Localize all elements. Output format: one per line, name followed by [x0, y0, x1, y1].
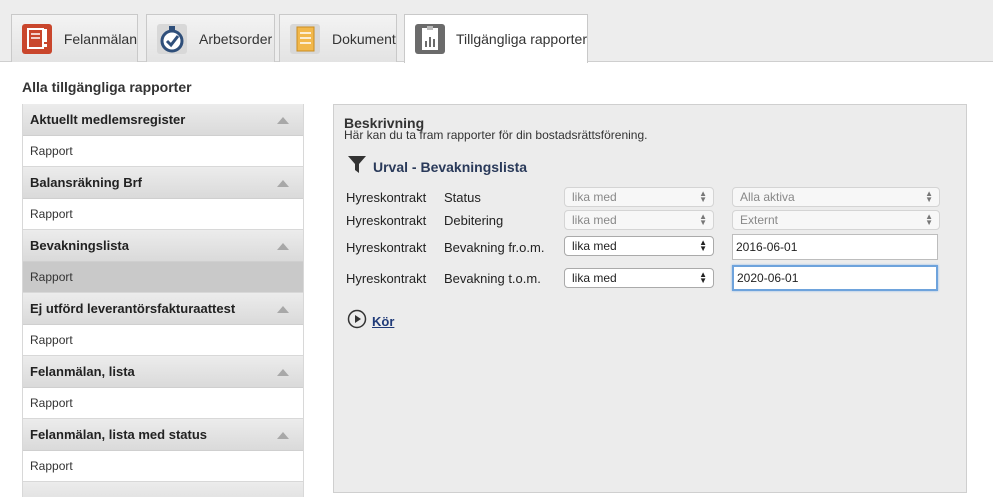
select-arrows-icon: ▲ ▼	[699, 270, 707, 285]
top-tab-bar: Felanmälan Arbetsorder Dokument Tillgäng…	[0, 0, 993, 63]
report-group-header[interactable]: Felanmälan, lista	[23, 356, 303, 388]
report-item[interactable]: Rapport	[23, 325, 303, 356]
filter-field: Status	[444, 190, 481, 205]
stopwatch-check-icon	[155, 22, 189, 56]
value-select[interactable]: Externt ▲ ▼	[732, 210, 940, 230]
report-issue-icon	[20, 22, 54, 56]
tab-dokument-label: Dokument	[332, 30, 396, 47]
tab-tillgangliga-rapporter-label: Tillgängliga rapporter	[456, 31, 587, 47]
report-group-title: Aktuellt medlemsregister	[30, 112, 186, 127]
report-group-header[interactable]: Bevakningslista	[23, 230, 303, 262]
filter-field: Bevakning t.o.m.	[444, 271, 541, 286]
tab-felanmalan-label: Felanmälan	[63, 30, 137, 47]
page-title: Alla tillgängliga rapporter	[22, 79, 192, 95]
document-icon	[288, 22, 322, 56]
report-group-title: Bevakningslista	[30, 238, 129, 253]
report-item[interactable]: Rapport	[23, 199, 303, 230]
description-text: Här kan du ta fram rapporter för din bos…	[344, 128, 648, 142]
date-to-input[interactable]: 2020-06-01	[732, 265, 938, 291]
report-item[interactable]: Rapport	[23, 451, 303, 482]
operator-select-value: lika med	[572, 239, 617, 253]
play-circle-icon	[347, 309, 367, 334]
filter-entity: Hyreskontrakt	[346, 213, 427, 228]
report-chart-icon	[413, 22, 446, 56]
operator-select-value: lika med	[572, 213, 617, 227]
filter-row-bevakning-to: Hyreskontrakt Bevakning t.o.m. lika med …	[346, 265, 956, 291]
report-group-title: Ej utförd leverantörsfakturaattest	[30, 301, 236, 316]
filter-funnel-icon	[347, 153, 367, 180]
select-arrows-icon: ▲ ▼	[925, 189, 933, 204]
select-arrows-icon: ▲ ▼	[925, 212, 933, 227]
selection-header: Urval - Bevakningslista	[347, 153, 527, 180]
report-list: Aktuellt medlemsregister Rapport Balansr…	[22, 104, 304, 497]
report-group-title: Felanmälan, lista	[30, 364, 135, 379]
report-group-title: Felanmälan, lista med status	[30, 427, 208, 442]
report-group-title: Balansräkning Brf	[30, 175, 142, 190]
filter-entity: Hyreskontrakt	[346, 271, 427, 286]
operator-select[interactable]: lika med ▲ ▼	[564, 210, 714, 230]
report-detail-panel: Beskrivning Här kan du ta fram rapporter…	[333, 104, 967, 493]
select-arrows-icon: ▲ ▼	[699, 238, 707, 253]
date-from-input[interactable]: 2016-06-01	[732, 234, 938, 260]
tab-arbetsorder[interactable]: Arbetsorder	[146, 14, 275, 62]
collapse-arrow-icon[interactable]	[277, 117, 289, 124]
filter-entity: Hyreskontrakt	[346, 240, 427, 255]
collapse-arrow-icon[interactable]	[277, 180, 289, 187]
report-item[interactable]: Rapport	[23, 388, 303, 419]
value-select-value: Externt	[740, 213, 779, 227]
report-group-header-partial[interactable]	[23, 482, 303, 497]
report-item[interactable]: Rapport	[23, 136, 303, 167]
report-group-header[interactable]: Felanmälan, lista med status	[23, 419, 303, 451]
operator-select[interactable]: lika med ▲ ▼	[564, 187, 714, 207]
value-select[interactable]: Alla aktiva ▲ ▼	[732, 187, 940, 207]
filter-row-debitering: Hyreskontrakt Debitering lika med ▲ ▼ Ext…	[346, 209, 956, 231]
filter-row-status: Hyreskontrakt Status lika med ▲ ▼ Alla ak…	[346, 186, 956, 208]
selection-title: Urval - Bevakningslista	[373, 158, 528, 175]
operator-select-value: lika med	[572, 271, 617, 285]
filter-field: Bevakning fr.o.m.	[444, 240, 545, 255]
filter-row-bevakning-from: Hyreskontrakt Bevakning fr.o.m. lika med…	[346, 234, 956, 260]
tab-arbetsorder-label: Arbetsorder	[199, 30, 273, 47]
value-select-value: Alla aktiva	[740, 190, 795, 204]
operator-select[interactable]: lika med ▲ ▼	[564, 236, 714, 256]
run-report-label: Kör	[372, 314, 395, 329]
tab-tillgangliga-rapporter[interactable]: Tillgängliga rapporter	[404, 14, 588, 63]
report-group-header[interactable]: Aktuellt medlemsregister	[23, 104, 303, 136]
operator-select[interactable]: lika med ▲ ▼	[564, 268, 714, 288]
collapse-arrow-icon[interactable]	[277, 243, 289, 250]
filter-entity: Hyreskontrakt	[346, 190, 427, 205]
operator-select-value: lika med	[572, 190, 617, 204]
tab-felanmalan[interactable]: Felanmälan	[11, 14, 138, 62]
report-group-header[interactable]: Ej utförd leverantörsfakturaattest	[23, 293, 303, 325]
report-group-header[interactable]: Balansräkning Brf	[23, 167, 303, 199]
select-arrows-icon: ▲ ▼	[699, 212, 707, 227]
tab-dokument[interactable]: Dokument	[279, 14, 397, 62]
filter-field: Debitering	[444, 213, 504, 228]
report-item-selected[interactable]: Rapport	[23, 262, 303, 293]
run-report-button[interactable]: Kör	[347, 309, 394, 334]
collapse-arrow-icon[interactable]	[277, 432, 289, 439]
collapse-arrow-icon[interactable]	[277, 369, 289, 376]
select-arrows-icon: ▲ ▼	[699, 189, 707, 204]
collapse-arrow-icon[interactable]	[277, 306, 289, 313]
